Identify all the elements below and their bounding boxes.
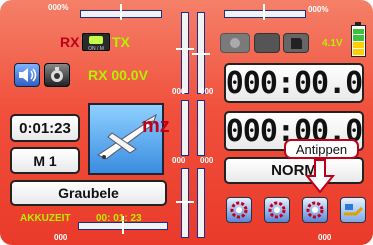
battery-icon bbox=[351, 22, 366, 57]
model-slot[interactable]: M 1 bbox=[10, 147, 80, 174]
timer-top[interactable]: 000:00.0 bbox=[224, 63, 364, 103]
gear-icon[interactable] bbox=[264, 197, 290, 223]
status-led-icon bbox=[89, 36, 103, 44]
trim-bottom-right-value: 000 bbox=[318, 233, 332, 242]
vtrim-right-bottom[interactable] bbox=[197, 168, 205, 238]
vtrim-right-mid-value: 000 bbox=[200, 156, 214, 165]
battery-time-value: 00: 01: 23 bbox=[96, 213, 142, 224]
vtrim-left-top[interactable] bbox=[181, 12, 189, 94]
memory-icon[interactable] bbox=[254, 33, 280, 53]
tx-label: TX bbox=[112, 34, 130, 50]
module-status-badge: ON / M bbox=[82, 33, 110, 52]
trim-label-right: 000% bbox=[308, 5, 329, 14]
stopwatch-icon[interactable] bbox=[44, 63, 70, 87]
phase-button[interactable]: NORM bbox=[224, 157, 364, 184]
callout-arrow-icon bbox=[305, 159, 335, 193]
trim-marker-top-left bbox=[120, 4, 122, 20]
rx-label: RX bbox=[60, 34, 80, 50]
callout-tooltip: Antippen bbox=[284, 139, 359, 159]
model-type-label: mz bbox=[142, 115, 170, 137]
servo-icon[interactable] bbox=[340, 197, 366, 223]
rx-voltage: RX 00.0V bbox=[88, 67, 148, 83]
vtrim-left-top-marker bbox=[176, 48, 194, 50]
gear-icon[interactable] bbox=[302, 197, 328, 223]
speaker-icon[interactable] bbox=[14, 63, 40, 87]
vtrim-left-mid[interactable] bbox=[181, 100, 189, 156]
vtrim-left-top-value: 000 bbox=[172, 87, 186, 96]
transmitter-screen: 000% 000% RX ON / M TX RX 00.0V 000 000 … bbox=[0, 0, 373, 245]
vtrim-right-top-value: 000 bbox=[200, 87, 214, 96]
vtrim-right-mid[interactable] bbox=[197, 100, 205, 156]
vtrim-left-bottom[interactable] bbox=[181, 168, 189, 238]
trim-marker-top-right bbox=[263, 4, 265, 20]
vtrim-left-mid-value: 000 bbox=[172, 156, 186, 165]
tx-voltage: 4.1V bbox=[322, 38, 343, 49]
battery-time-label: AKKUZEIT bbox=[20, 213, 71, 224]
flight-timer[interactable]: 0:01:23 bbox=[10, 114, 80, 142]
vtrim-right-top-marker bbox=[192, 53, 210, 55]
trim-bar-top-right[interactable] bbox=[224, 10, 306, 18]
gear-icon[interactable] bbox=[226, 197, 252, 223]
trim-bottom-left-value: 000 bbox=[54, 233, 68, 242]
card-slot-icon[interactable] bbox=[283, 33, 309, 53]
module-label: ON / M bbox=[88, 46, 104, 52]
sd-card-icon[interactable] bbox=[220, 33, 250, 53]
model-name[interactable]: Graubele bbox=[10, 180, 167, 206]
vtrim-left-bottom-marker bbox=[176, 201, 194, 203]
model-image[interactable] bbox=[88, 103, 164, 175]
trim-label-left: 000% bbox=[48, 3, 69, 12]
